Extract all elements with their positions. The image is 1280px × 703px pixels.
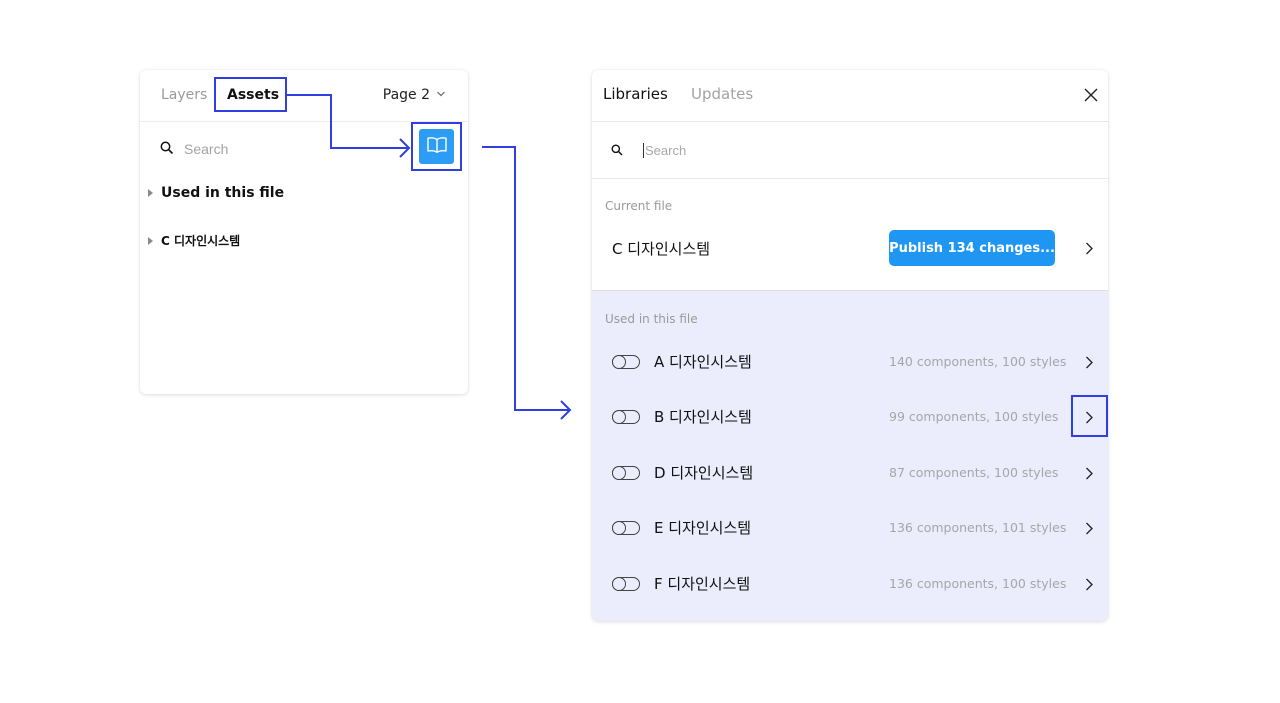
library-name: E 디자인시스템 xyxy=(654,519,752,537)
close-icon[interactable] xyxy=(1080,84,1102,106)
section-label: C 디자인시스템 xyxy=(161,234,241,248)
tab-updates[interactable]: Updates xyxy=(691,85,753,103)
toggle-knob xyxy=(611,520,626,535)
libraries-panel-tabs: Libraries Updates xyxy=(592,70,1108,122)
section-used-in-this-file[interactable]: Used in this file xyxy=(148,185,284,201)
team-library-button[interactable] xyxy=(419,129,454,164)
library-toggle[interactable] xyxy=(611,354,640,369)
chevron-right-icon[interactable] xyxy=(1082,521,1096,535)
tab-libraries[interactable]: Libraries xyxy=(603,85,668,103)
library-name: B 디자인시스템 xyxy=(654,408,752,426)
libraries-panel: Libraries Updates Current file C 디자인시스템 … xyxy=(592,70,1108,621)
current-file-label: Current file xyxy=(605,199,673,213)
assets-panel-tabs: Layers Assets Page 2 xyxy=(140,70,468,122)
library-meta: 87 components, 100 styles xyxy=(889,465,1059,480)
library-name: D 디자인시스템 xyxy=(654,464,754,482)
library-row-e[interactable]: E 디자인시스템 136 components, 101 styles xyxy=(592,507,1108,547)
library-meta: 136 components, 101 styles xyxy=(889,520,1067,535)
section-label: Used in this file xyxy=(161,185,285,201)
caret-right-icon xyxy=(148,189,153,197)
library-meta: 99 components, 100 styles xyxy=(889,409,1059,424)
libraries-search xyxy=(592,122,1108,179)
page-selector-label: Page 2 xyxy=(382,87,430,103)
chevron-down-icon xyxy=(436,87,446,103)
library-row-f[interactable]: F 디자인시스템 136 components, 100 styles xyxy=(592,563,1108,603)
library-row-b[interactable]: B 디자인시스템 99 components, 100 styles xyxy=(592,396,1108,436)
library-meta: 136 components, 100 styles xyxy=(889,576,1067,591)
library-toggle[interactable] xyxy=(611,409,640,424)
assets-search xyxy=(160,138,380,160)
library-row-d[interactable]: D 디자인시스템 87 components, 100 styles xyxy=(592,452,1108,492)
library-toggle[interactable] xyxy=(611,520,640,535)
assets-panel: Layers Assets Page 2 Used in this file C… xyxy=(140,70,468,394)
chevron-right-icon[interactable] xyxy=(1082,355,1096,369)
chevron-right-icon[interactable] xyxy=(1082,577,1096,591)
search-icon xyxy=(611,141,623,160)
assets-search-input[interactable] xyxy=(184,141,364,157)
caret-right-icon xyxy=(148,236,153,245)
library-meta: 140 components, 100 styles xyxy=(889,354,1067,369)
library-toggle[interactable] xyxy=(611,465,640,480)
book-icon xyxy=(426,136,448,158)
toggle-knob xyxy=(611,465,626,480)
used-in-file-section: Used in this file A 디자인시스템 140 component… xyxy=(592,291,1108,621)
search-icon xyxy=(160,140,174,159)
section-c-design-system[interactable]: C 디자인시스템 xyxy=(148,232,240,249)
used-in-file-label: Used in this file xyxy=(605,312,698,326)
chevron-right-icon[interactable] xyxy=(1082,466,1096,480)
toggle-knob xyxy=(611,409,626,424)
current-file-name: C 디자인시스템 xyxy=(612,240,711,258)
library-name: A 디자인시스템 xyxy=(654,353,752,371)
libraries-search-input[interactable] xyxy=(643,142,1043,158)
current-file-section: Current file C 디자인시스템 Publish 134 change… xyxy=(592,179,1108,291)
toggle-knob xyxy=(611,576,626,591)
chevron-right-icon[interactable] xyxy=(1082,241,1096,255)
library-toggle[interactable] xyxy=(611,576,640,591)
toggle-knob xyxy=(611,354,626,369)
library-name: F 디자인시스템 xyxy=(654,575,751,593)
library-row-a[interactable]: A 디자인시스템 140 components, 100 styles xyxy=(592,341,1108,381)
chevron-right-icon[interactable] xyxy=(1082,410,1096,424)
page-selector[interactable]: Page 2 xyxy=(383,87,446,103)
tab-assets[interactable]: Assets xyxy=(227,87,279,103)
tab-layers[interactable]: Layers xyxy=(161,87,207,103)
publish-changes-button[interactable]: Publish 134 changes... xyxy=(889,230,1055,266)
